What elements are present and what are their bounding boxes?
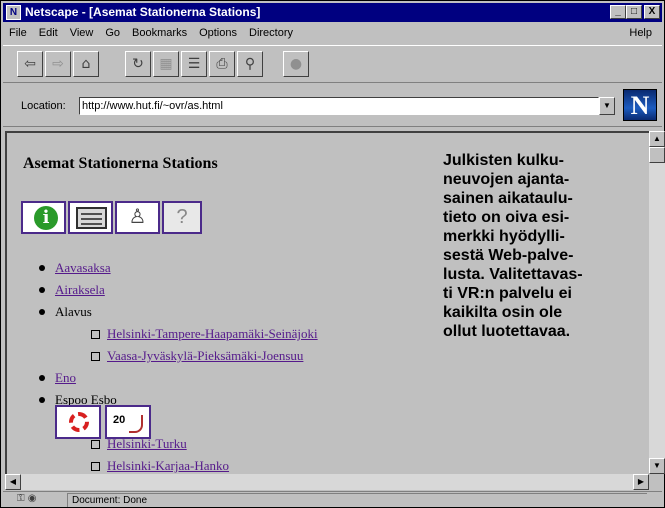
location-label: Location:	[21, 100, 66, 112]
person-icon[interactable]: ♙	[115, 201, 160, 234]
square-bullet-icon	[91, 462, 100, 471]
chevron-down-icon[interactable]: ▼	[599, 97, 615, 115]
back-icon[interactable]: ⇦	[17, 51, 43, 77]
list-item: Alavus	[37, 301, 318, 323]
home-icon[interactable]: ⌂	[73, 51, 99, 77]
help-question-icon[interactable]: ?	[162, 201, 202, 234]
browser-window: N Netscape - [Asemat Stationerna Station…	[0, 0, 665, 508]
square-bullet-icon	[91, 352, 100, 361]
menu-bookmarks[interactable]: Bookmarks	[126, 27, 193, 39]
route-link[interactable]: Helsinki-Tampere-Haapamäki-Seinäjoki	[107, 326, 318, 341]
netscape-logo[interactable]: N	[623, 89, 657, 121]
find-icon[interactable]: ⚲	[237, 51, 263, 77]
scroll-up-icon[interactable]: ▲	[649, 131, 665, 147]
route-link[interactable]: Vaasa-Jyväskylä-Pieksämäki-Joensuu	[107, 348, 303, 363]
horizontal-scrollbar[interactable]: ◀ ▶	[5, 474, 649, 490]
menu-help[interactable]: Help	[623, 27, 658, 39]
bullet-icon	[39, 287, 45, 293]
route-link[interactable]: Helsinki-Turku	[107, 436, 187, 451]
print-icon[interactable]: ⎙	[209, 51, 235, 77]
square-bullet-icon	[91, 440, 100, 449]
station-list: Aavasaksa Airaksela Alavus Helsinki-Tamp…	[37, 257, 318, 474]
station-link-eno[interactable]: Eno	[55, 370, 76, 385]
list-item: Helsinki-Tampere-Haapamäki-Seinäjoki	[37, 323, 318, 345]
scroll-right-icon[interactable]: ▶	[633, 474, 649, 490]
list-item: Helsinki-Karjaa-Hanko	[37, 455, 318, 474]
status-bar: ⚿ ◉ Document: Done	[3, 491, 662, 507]
bullet-icon	[39, 397, 45, 403]
security-key-icon[interactable]: ⚿ ◉	[17, 493, 57, 506]
route-link[interactable]: Helsinki-Karjaa-Hanko	[107, 458, 229, 473]
menu-options[interactable]: Options	[193, 27, 243, 39]
side-note: Julkisten kulku- neuvojen ajanta- sainen…	[443, 152, 583, 340]
bullet-icon	[39, 265, 45, 271]
scroll-thumb[interactable]	[649, 147, 665, 163]
menu-edit[interactable]: Edit	[33, 27, 64, 39]
station-link-airaksela[interactable]: Airaksela	[55, 282, 105, 297]
list-item: Eno	[37, 367, 318, 389]
station-icons: 20	[37, 405, 318, 439]
location-input[interactable]: http://www.hut.fi/~ovr/as.html	[79, 97, 599, 115]
vertical-scrollbar[interactable]: ▲ ▼	[649, 131, 665, 474]
toolbar: ⇦ ⇨ ⌂ ↻ ▦ ☰ ⎙ ⚲ ●	[3, 45, 662, 83]
maximize-button[interactable]: □	[626, 5, 642, 19]
stop-icon[interactable]: ●	[283, 51, 309, 77]
window-controls: _ □ X	[610, 5, 660, 19]
menu-directory[interactable]: Directory	[243, 27, 299, 39]
title-bar: N Netscape - [Asemat Stationerna Station…	[3, 3, 662, 22]
page-title: Asemat Stationerna Stations	[23, 155, 218, 172]
clock-number: 20	[113, 414, 126, 426]
bullet-icon	[39, 309, 45, 315]
forward-icon[interactable]: ⇨	[45, 51, 71, 77]
timetable-board-icon[interactable]	[68, 201, 113, 234]
list-item: Airaksela	[37, 279, 318, 301]
status-text: Document: Done	[67, 493, 647, 507]
menu-file[interactable]: File	[3, 27, 33, 39]
menu-bar: File Edit View Go Bookmarks Options Dire…	[3, 24, 662, 42]
list-item: Vaasa-Jyväskylä-Pieksämäki-Joensuu	[37, 345, 318, 367]
info-icon[interactable]: i	[21, 201, 66, 234]
list-item: Helsinki-Turku	[37, 433, 318, 455]
images-icon[interactable]: ▦	[153, 51, 179, 77]
open-icon[interactable]: ☰	[181, 51, 207, 77]
page-content: Asemat Stationerna Stations i ♙ ? Aavasa…	[5, 131, 649, 474]
scroll-left-icon[interactable]: ◀	[5, 474, 21, 490]
list-item: Aavasaksa	[37, 257, 318, 279]
station-name-alavus: Alavus	[55, 304, 92, 319]
minimize-button[interactable]: _	[610, 5, 626, 19]
station-link-aavasaksa[interactable]: Aavasaksa	[55, 260, 111, 275]
reload-icon[interactable]: ↻	[125, 51, 151, 77]
location-bar: Location: http://www.hut.fi/~ovr/as.html…	[3, 85, 662, 127]
nav-icon-row: i ♙ ?	[21, 201, 202, 234]
scroll-down-icon[interactable]: ▼	[649, 458, 665, 474]
menu-go[interactable]: Go	[99, 27, 126, 39]
menu-view[interactable]: View	[64, 27, 100, 39]
bullet-icon	[39, 375, 45, 381]
window-title: Netscape - [Asemat Stationerna Stations]	[25, 5, 261, 19]
close-button[interactable]: X	[644, 5, 660, 19]
square-bullet-icon	[91, 330, 100, 339]
netscape-app-icon[interactable]: N	[6, 5, 21, 20]
